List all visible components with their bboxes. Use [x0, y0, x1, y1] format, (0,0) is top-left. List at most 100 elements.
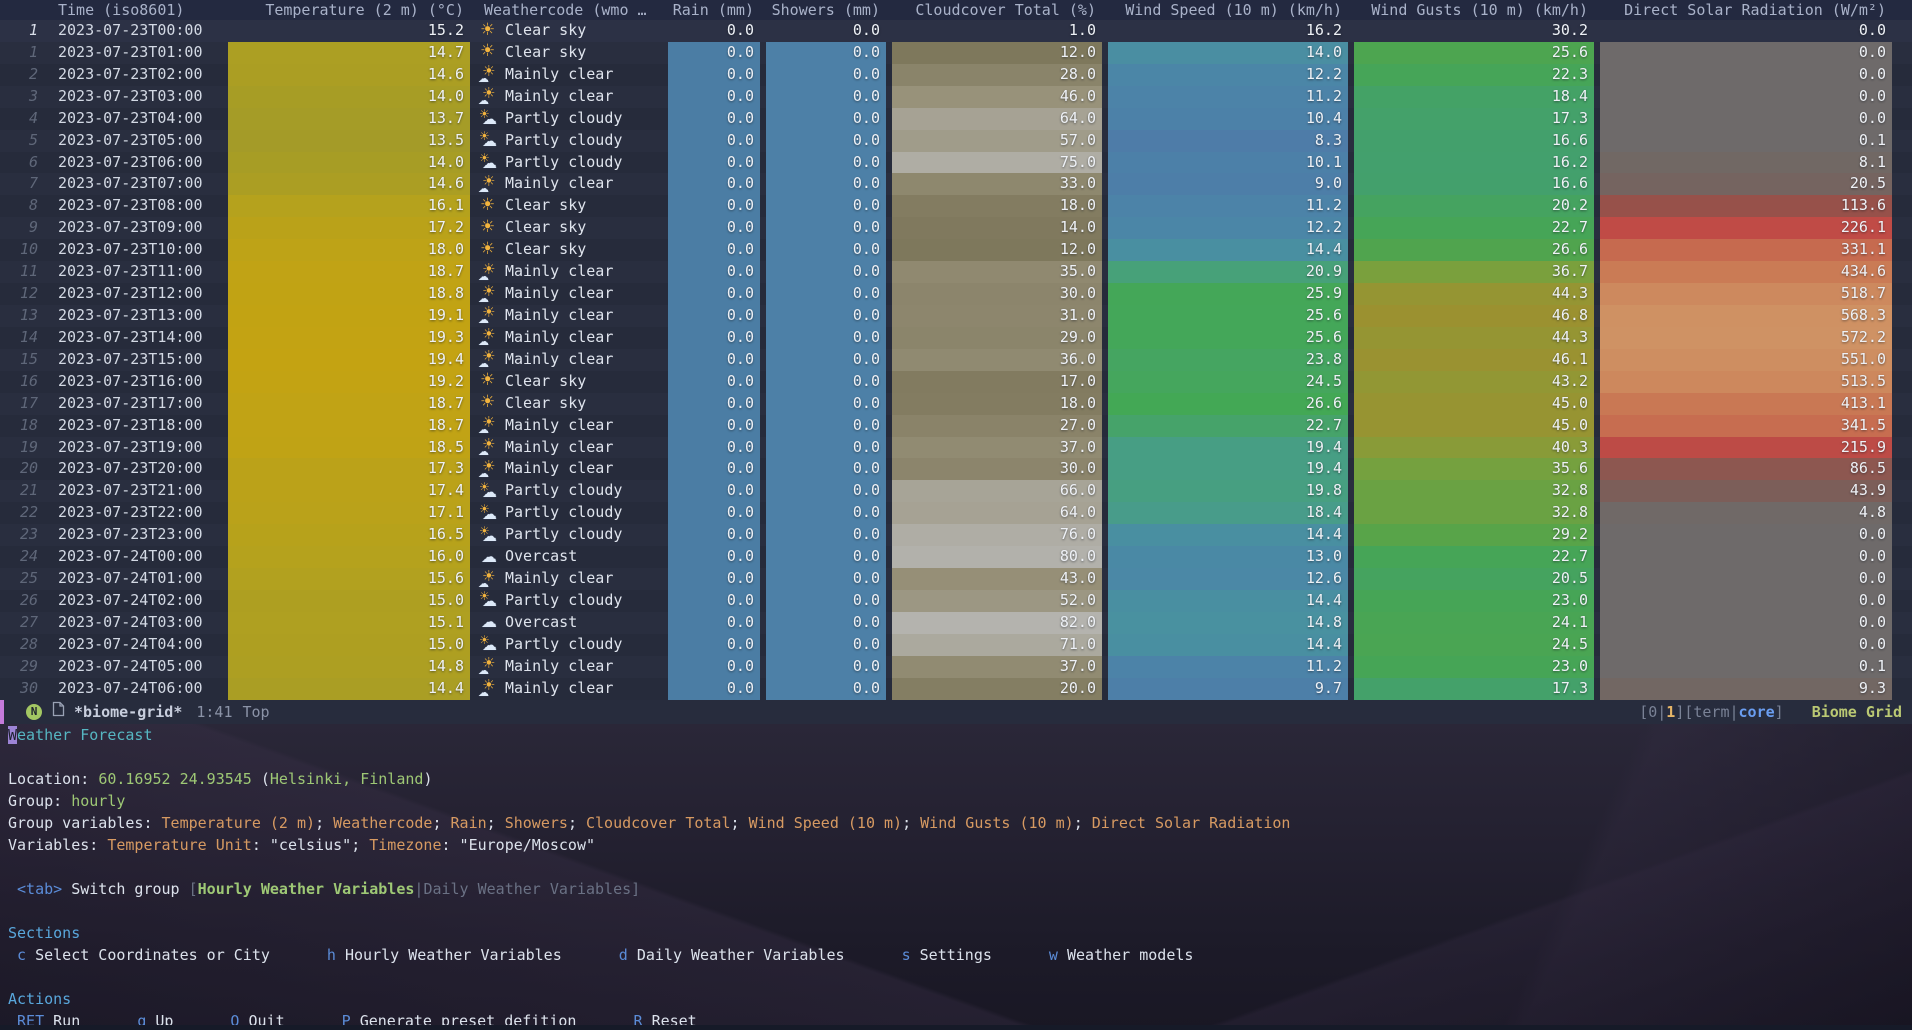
table-row[interactable]: 112023-07-23T11:0018.7☀☁Mainly clear0.00… — [0, 261, 1912, 283]
blank-line — [0, 856, 1912, 878]
weather-label: Partly cloudy — [505, 635, 622, 653]
cell-temperature: 19.2 — [228, 371, 470, 393]
tab-group-daily[interactable]: Daily Weather Variables — [423, 880, 631, 898]
col-weathercode[interactable]: Weathercode (wmo … — [476, 0, 662, 20]
col-rain[interactable]: Rain (mm) — [668, 0, 760, 20]
table-row[interactable]: 92023-07-23T09:0017.2☀Clear sky0.00.014.… — [0, 217, 1912, 239]
section-key[interactable]: s — [893, 946, 920, 964]
section-item-w[interactable]: w Weather models — [1040, 946, 1194, 964]
cell-solar-radiation: 0.0 — [1600, 546, 1892, 568]
group-value[interactable]: hourly — [71, 792, 125, 810]
table-row[interactable]: 132023-07-23T13:0019.1☀☁Mainly clear0.00… — [0, 305, 1912, 327]
table-row[interactable]: 222023-07-23T22:0017.1☀☁Partly cloudy0.0… — [0, 502, 1912, 524]
cell-cloudcover: 28.0 — [892, 64, 1102, 86]
table-row[interactable]: 282023-07-24T04:0015.0☀☁Partly cloudy0.0… — [0, 634, 1912, 656]
tab-group-hourly[interactable]: Hourly Weather Variables — [198, 880, 415, 898]
table-row[interactable]: 252023-07-24T01:0015.6☀☁Mainly clear0.00… — [0, 568, 1912, 590]
cell-cloudcover: 14.0 — [892, 217, 1102, 239]
separator: ; — [731, 814, 749, 832]
cell-temperature: 14.0 — [228, 152, 470, 174]
cell-cloudcover: 46.0 — [892, 86, 1102, 108]
variable-name: Temperature Unit — [107, 836, 252, 854]
col-showers[interactable]: Showers (mm) — [766, 0, 886, 20]
variable-value: : "celsius" — [252, 836, 351, 854]
section-key[interactable]: h — [318, 946, 345, 964]
table-row[interactable]: 102023-07-23T10:0018.0☀Clear sky0.00.012… — [0, 239, 1912, 261]
table-row[interactable]: 52023-07-23T05:0013.5☀☁Partly cloudy0.00… — [0, 130, 1912, 152]
table-row[interactable]: 262023-07-24T02:0015.0☀☁Partly cloudy0.0… — [0, 590, 1912, 612]
table-row[interactable]: 192023-07-23T19:0018.5☀☁Mainly clear0.00… — [0, 437, 1912, 459]
section-label: Hourly Weather Variables — [345, 946, 562, 964]
cell-solar-radiation: 341.5 — [1600, 415, 1892, 437]
line-number: 1 — [0, 42, 44, 64]
cell-time: 2023-07-23T12:00 — [50, 283, 222, 305]
weather-label: Mainly clear — [505, 262, 613, 280]
table-row[interactable]: 152023-07-23T15:0019.4☀☁Mainly clear0.00… — [0, 349, 1912, 371]
cell-weathercode: ☀☁Mainly clear — [476, 305, 662, 327]
table-row[interactable]: 232023-07-23T23:0016.5☀☁Partly cloudy0.0… — [0, 524, 1912, 546]
line-number: 30 — [0, 678, 44, 700]
table-row[interactable]: 12023-07-23T01:0014.7☀Clear sky0.00.012.… — [0, 42, 1912, 64]
section-key[interactable]: c — [8, 946, 35, 964]
cell-temperature: 19.3 — [228, 327, 470, 349]
table-row[interactable]: 212023-07-23T21:0017.4☀☁Partly cloudy0.0… — [0, 480, 1912, 502]
group-variable: Direct Solar Radiation — [1092, 814, 1291, 832]
section-key[interactable]: w — [1040, 946, 1067, 964]
table-row[interactable]: 12023-07-23T00:0015.2☀Clear sky0.00.01.0… — [0, 20, 1912, 42]
table-row[interactable]: 172023-07-23T17:0018.7☀Clear sky0.00.018… — [0, 393, 1912, 415]
line-number: 13 — [0, 305, 44, 327]
line-number: 4 — [0, 108, 44, 130]
table-row[interactable]: 242023-07-24T00:0016.0☁Overcast0.00.080.… — [0, 546, 1912, 568]
table-row[interactable]: 302023-07-24T06:0014.4☀☁Mainly clear0.00… — [0, 678, 1912, 700]
buffer-title-line: Weather Forecast — [0, 724, 1912, 746]
cell-time: 2023-07-23T16:00 — [50, 371, 222, 393]
cell-rain: 0.0 — [668, 634, 760, 656]
cell-wind-gusts: 16.6 — [1354, 173, 1594, 195]
sections-header: Sections — [8, 924, 80, 942]
col-temperature[interactable]: Temperature (2 m) (°C) — [228, 0, 470, 20]
table-row[interactable]: 42023-07-23T04:0013.7☀☁Partly cloudy0.00… — [0, 108, 1912, 130]
weather-label: Mainly clear — [505, 438, 613, 456]
cell-weathercode: ☀☁Mainly clear — [476, 678, 662, 700]
cell-wind-gusts: 20.2 — [1354, 195, 1594, 217]
cell-showers: 0.0 — [766, 437, 886, 459]
col-solar-radiation[interactable]: Direct Solar Radiation (W/m²) — [1600, 0, 1892, 20]
col-time[interactable]: Time (iso8601) — [50, 0, 222, 20]
section-key[interactable]: d — [610, 946, 637, 964]
cell-showers: 0.0 — [766, 524, 886, 546]
weather-mainly-icon: ☀☁ — [478, 459, 500, 479]
col-wind-speed[interactable]: Wind Speed (10 m) (km/h) — [1108, 0, 1348, 20]
cell-weathercode: ☀Clear sky — [476, 20, 662, 42]
weather-clear-icon: ☀ — [478, 218, 500, 238]
cell-weathercode: ☀☁Partly cloudy — [476, 130, 662, 152]
major-mode-name[interactable]: Biome Grid — [1812, 703, 1902, 721]
cell-rain: 0.0 — [668, 152, 760, 174]
table-row[interactable]: 82023-07-23T08:0016.1☀Clear sky0.00.018.… — [0, 195, 1912, 217]
table-row[interactable]: 22023-07-23T02:0014.6☀☁Mainly clear0.00.… — [0, 64, 1912, 86]
table-row[interactable]: 292023-07-24T05:0014.8☀☁Mainly clear0.00… — [0, 656, 1912, 678]
table-row[interactable]: 272023-07-24T03:0015.1☁Overcast0.00.082.… — [0, 612, 1912, 634]
section-item-d[interactable]: d Daily Weather Variables — [610, 946, 845, 964]
location-line: Location: 60.16952 24.93545 (Helsinki, F… — [0, 768, 1912, 790]
section-item-s[interactable]: s Settings — [893, 946, 992, 964]
table-row[interactable]: 182023-07-23T18:0018.7☀☁Mainly clear0.00… — [0, 415, 1912, 437]
cell-time: 2023-07-23T08:00 — [50, 195, 222, 217]
col-cloudcover[interactable]: Cloudcover Total (%) — [892, 0, 1102, 20]
table-row[interactable]: 162023-07-23T16:0019.2☀Clear sky0.00.017… — [0, 371, 1912, 393]
table-row[interactable]: 32023-07-23T03:0014.0☀☁Mainly clear0.00.… — [0, 86, 1912, 108]
table-row[interactable]: 62023-07-23T06:0014.0☀☁Partly cloudy0.00… — [0, 152, 1912, 174]
section-item-c[interactable]: c Select Coordinates or City — [8, 946, 270, 964]
section-item-h[interactable]: h Hourly Weather Variables — [318, 946, 562, 964]
cell-wind-gusts: 24.5 — [1354, 634, 1594, 656]
line-number: 21 — [0, 480, 44, 502]
table-row[interactable]: 122023-07-23T12:0018.8☀☁Mainly clear0.00… — [0, 283, 1912, 305]
buffer-name[interactable]: *biome-grid* — [74, 700, 182, 724]
table-row[interactable]: 142023-07-23T14:0019.3☀☁Mainly clear0.00… — [0, 327, 1912, 349]
col-wind-gusts[interactable]: Wind Gusts (10 m) (km/h) — [1354, 0, 1594, 20]
tab-key[interactable]: <tab> — [8, 880, 62, 898]
cell-solar-radiation: 0.0 — [1600, 524, 1892, 546]
table-row[interactable]: 72023-07-23T07:0014.6☀☁Mainly clear0.00.… — [0, 173, 1912, 195]
cell-temperature: 16.0 — [228, 546, 470, 568]
group-variable: Rain — [451, 814, 487, 832]
table-row[interactable]: 202023-07-23T20:0017.3☀☁Mainly clear0.00… — [0, 458, 1912, 480]
